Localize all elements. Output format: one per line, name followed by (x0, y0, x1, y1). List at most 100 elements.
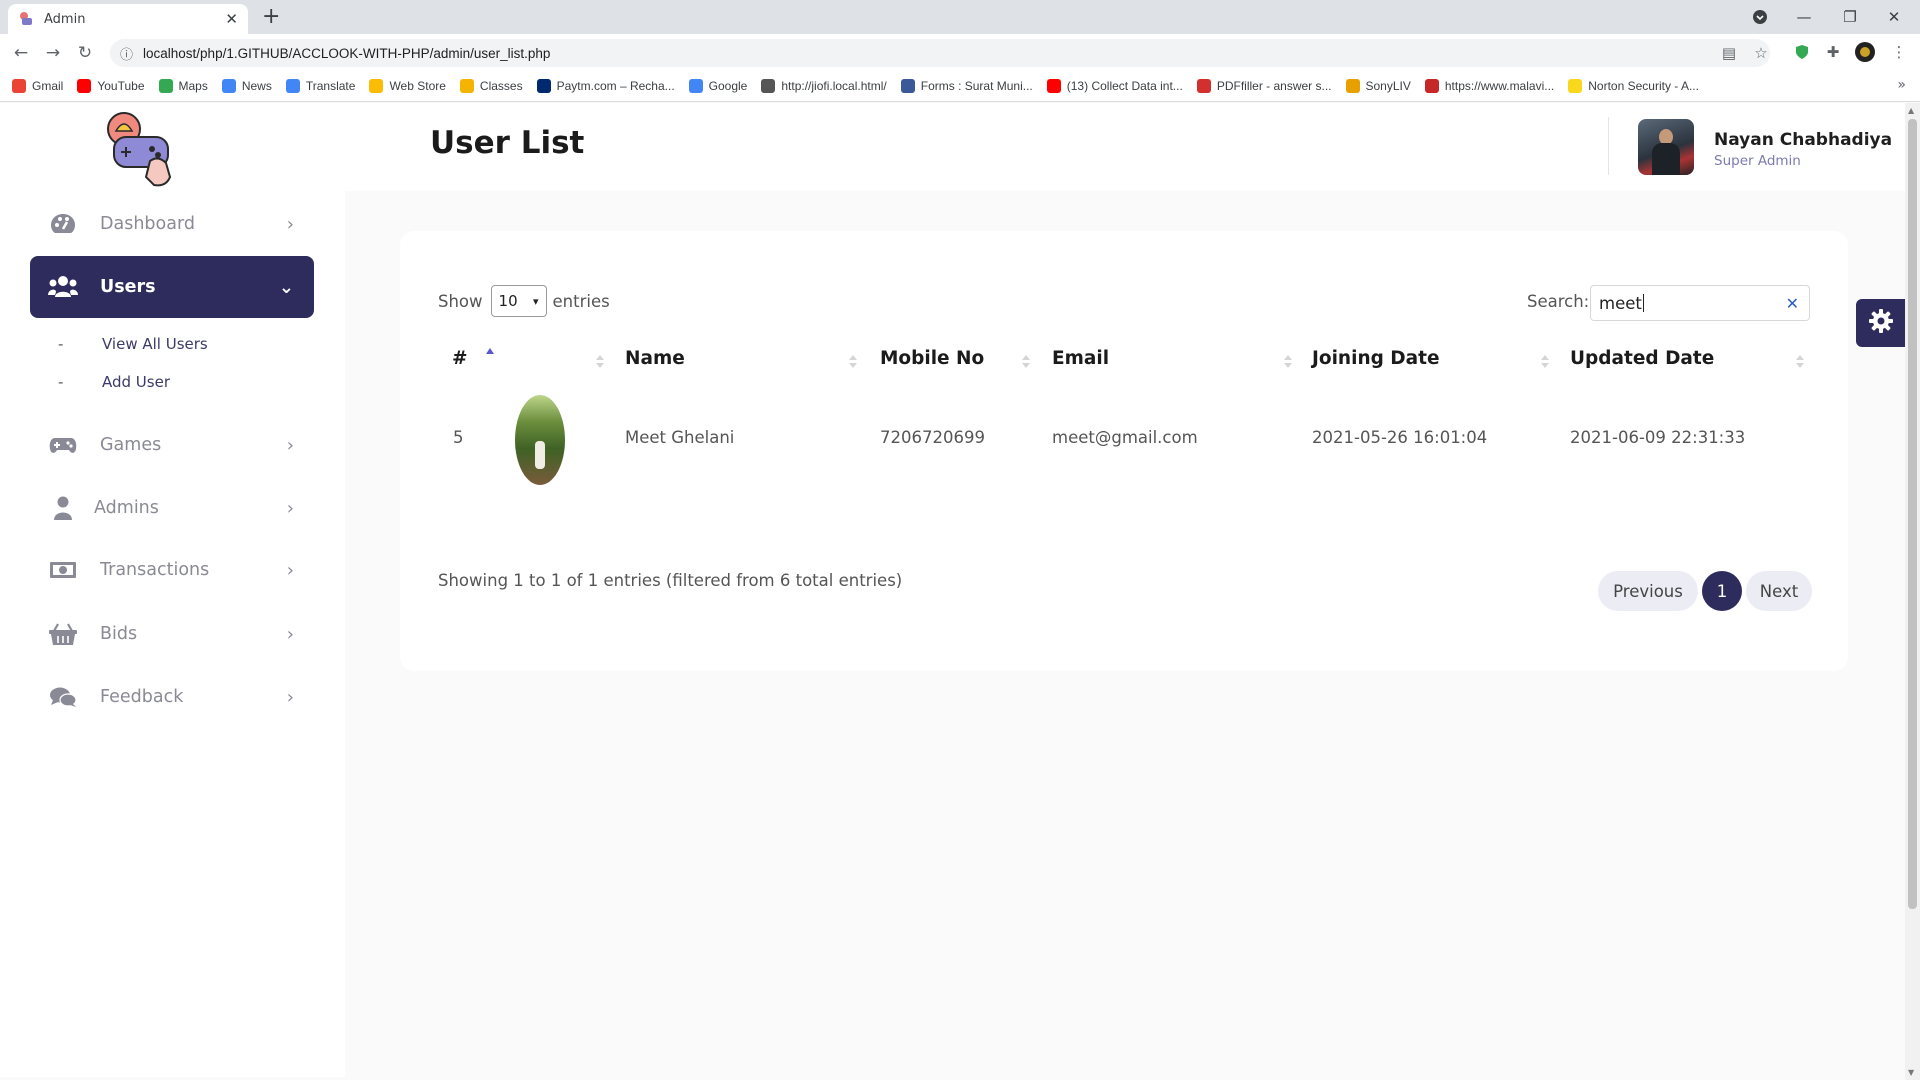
cell-updated-date: 2021-06-09 22:31:33 (1570, 428, 1746, 447)
bookmark-label: Translate (305, 78, 356, 93)
browser-tab[interactable]: Admin ✕ (8, 4, 248, 34)
page-scrollbar[interactable]: ▲ ▼ (1905, 103, 1920, 1080)
more-bookmarks-icon[interactable]: » (1897, 77, 1906, 93)
reader-mode-icon[interactable]: ▤ (1718, 42, 1740, 64)
bookmark-label: http://jiofi.local.html/ (781, 78, 887, 93)
bookmark-item[interactable]: Maps (158, 78, 208, 93)
clear-search-icon[interactable]: ✕ (1786, 294, 1799, 313)
app-logo-icon[interactable] (100, 109, 184, 189)
bookmark-item[interactable]: Forms : Surat Muni... (900, 78, 1033, 93)
profile-menu-icon[interactable] (1740, 4, 1780, 30)
restore-icon[interactable]: ❐ (1830, 4, 1870, 30)
forward-icon[interactable]: → (41, 41, 65, 65)
comments-icon (48, 684, 78, 710)
sidebar-item-transactions[interactable]: Transactions › (30, 539, 314, 601)
column-header-name[interactable]: Name (625, 348, 685, 369)
new-tab-icon[interactable]: + (262, 6, 280, 28)
bookmark-label: Web Store (389, 78, 446, 93)
entries-select[interactable]: 10 ▾ (490, 285, 547, 317)
bookmark-label: Norton Security - A... (1588, 78, 1699, 93)
bookmark-item[interactable]: Norton Security - A... (1568, 78, 1699, 93)
gear-icon (1868, 308, 1894, 338)
browser-tab-strip: Admin ✕ + — ❐ ✕ (0, 0, 1920, 34)
minimize-icon[interactable]: — (1784, 4, 1824, 30)
bookmark-item[interactable]: Gmail (12, 78, 63, 93)
scroll-up-icon[interactable]: ▲ (1908, 106, 1914, 115)
shield-extension-icon[interactable] (1791, 41, 1813, 63)
header-divider (1608, 117, 1609, 175)
bookmark-item[interactable]: Web Store (369, 78, 446, 93)
user-role: Super Admin (1714, 153, 1801, 169)
bookmark-item[interactable]: Classes (459, 78, 523, 93)
sidebar-item-users[interactable]: Users ⌄ (30, 256, 314, 318)
bookmark-item[interactable]: Google (688, 78, 748, 93)
bookmark-label: News (241, 78, 272, 93)
sidebar-item-label: Users (100, 277, 156, 297)
sidebar-item-feedback[interactable]: Feedback › (30, 666, 314, 728)
sidebar-item-games[interactable]: Games › (30, 414, 314, 476)
column-header-joining-date[interactable]: Joining Date (1312, 348, 1440, 369)
site-info-icon[interactable]: ⓘ (120, 44, 133, 63)
bookmark-star-icon[interactable]: ☆ (1750, 42, 1772, 64)
bookmark-item[interactable]: Translate (285, 78, 356, 93)
bookmark-item[interactable]: https://www.malavi... (1424, 78, 1554, 93)
subitem-add-user[interactable]: - Add User (58, 373, 170, 391)
bookmark-item[interactable]: Paytm.com – Recha... (536, 78, 675, 93)
column-header-email[interactable]: Email (1052, 348, 1109, 369)
scrollbar-thumb[interactable] (1908, 119, 1917, 909)
bookmark-item[interactable]: YouTube (77, 78, 145, 93)
subitem-label: Add User (102, 373, 170, 391)
user-name: Nayan Chabhadiya (1714, 130, 1893, 150)
chevron-down-icon: ⌄ (278, 276, 294, 298)
chevron-right-icon: › (286, 434, 294, 456)
entries-length-control: Show 10 ▾ entries (438, 285, 610, 317)
sort-icon (1284, 355, 1292, 369)
sidebar-item-bids[interactable]: Bids › (30, 603, 314, 665)
tab-close-icon[interactable]: ✕ (225, 10, 238, 28)
bookmark-item[interactable]: News (221, 78, 272, 93)
next-page-button[interactable]: Next (1746, 571, 1812, 611)
column-header-mobile[interactable]: Mobile No (880, 348, 984, 369)
money-icon (48, 557, 78, 583)
sidebar-item-admins[interactable]: Admins › (30, 477, 314, 539)
sort-icon (596, 355, 604, 369)
bookmark-favicon-icon (536, 78, 551, 93)
extensions-icon[interactable]: ✚ (1822, 41, 1844, 63)
bookmark-item[interactable]: (13) Collect Data int... (1046, 78, 1183, 93)
column-header-id[interactable]: # (452, 348, 468, 369)
bookmark-label: PDFfiller - answer s... (1216, 78, 1332, 93)
avatar[interactable] (1638, 119, 1694, 175)
bookmark-favicon-icon (285, 78, 300, 93)
gamepad-icon (48, 432, 78, 458)
bookmark-item[interactable]: SonyLIV (1345, 78, 1411, 93)
show-label: Show (438, 291, 483, 311)
url-field[interactable]: ⓘ localhost/php/1.GITHUB/ACCLOOK-WITH-PH… (110, 39, 1770, 67)
users-icon (48, 274, 78, 300)
bookmark-favicon-icon (221, 78, 236, 93)
column-header-updated-date[interactable]: Updated Date (1570, 348, 1714, 369)
tab-title: Admin (44, 11, 86, 27)
back-icon[interactable]: ← (9, 41, 33, 65)
close-window-icon[interactable]: ✕ (1874, 4, 1914, 30)
scroll-down-icon[interactable]: ▼ (1908, 1068, 1914, 1077)
url-text: localhost/php/1.GITHUB/ACCLOOK-WITH-PHP/… (143, 45, 551, 61)
sidebar-item-dashboard[interactable]: Dashboard › (30, 193, 314, 255)
search-label: Search: (1527, 292, 1590, 311)
previous-page-button[interactable]: Previous (1598, 571, 1698, 611)
bookmark-label: Google (708, 78, 748, 93)
reload-icon[interactable]: ↻ (73, 41, 97, 65)
bookmark-item[interactable]: PDFfiller - answer s... (1196, 78, 1332, 93)
cell-name: Meet Ghelani (625, 428, 735, 447)
settings-button[interactable] (1856, 299, 1906, 347)
page-1-button[interactable]: 1 (1702, 571, 1742, 611)
profile-avatar-icon[interactable] (1854, 41, 1876, 63)
chrome-menu-icon[interactable]: ⋮ (1888, 41, 1910, 63)
bookmark-item[interactable]: http://jiofi.local.html/ (761, 78, 887, 93)
bookmark-favicon-icon (158, 78, 173, 93)
bookmark-favicon-icon (900, 78, 915, 93)
chevron-right-icon: › (286, 559, 294, 581)
search-input[interactable]: meet ✕ (1590, 285, 1810, 321)
sort-asc-icon (486, 348, 494, 354)
subitem-view-all-users[interactable]: - View All Users (58, 335, 208, 353)
bookmark-favicon-icon (688, 78, 703, 93)
